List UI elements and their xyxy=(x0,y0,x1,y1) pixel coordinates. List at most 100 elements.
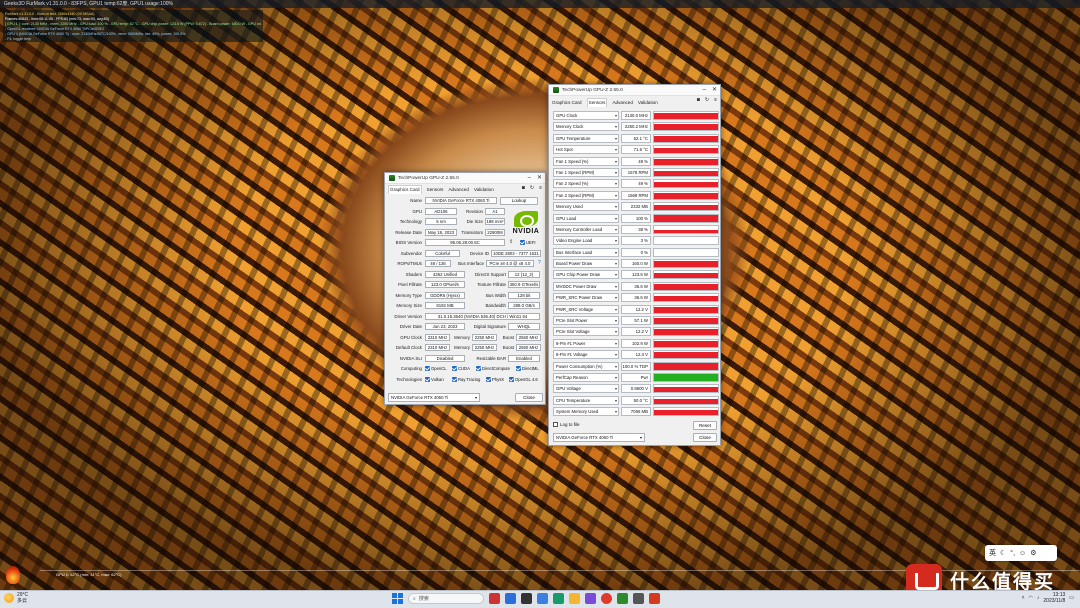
sensor-name[interactable]: GPU Clock xyxy=(553,111,619,120)
sensor-name[interactable]: System Memory Used xyxy=(553,407,619,417)
emoji-icon[interactable]: ☺ xyxy=(1019,550,1026,557)
sensor-name[interactable]: PerfCap Reason xyxy=(553,372,619,382)
sensor-name[interactable]: GPU Temperature xyxy=(553,133,619,143)
checkbox-icon[interactable] xyxy=(553,422,558,428)
app-icon[interactable] xyxy=(585,593,596,604)
sensor-graph-fill xyxy=(654,147,718,154)
weather-widget[interactable]: 29°C 多云 xyxy=(4,592,28,604)
sensor-name[interactable]: Fan 1 Speed (%) xyxy=(553,156,619,166)
row-subvendor: Subvendor Colorful Device ID 10DE 2803 -… xyxy=(388,249,543,258)
tab-graphics-card[interactable]: Graphics Card xyxy=(552,100,582,105)
sensor-name[interactable]: Hot Spot xyxy=(553,145,619,155)
sensor-name[interactable]: Bus Interface Load xyxy=(553,247,619,257)
tab-validation[interactable]: Validation xyxy=(638,100,658,105)
sensor-name[interactable]: PCIe Slot Voltage xyxy=(553,327,619,337)
sensor-name[interactable]: Fan 2 Speed (RPM) xyxy=(553,190,619,200)
notification-icon[interactable]: ▭ xyxy=(1069,595,1074,601)
window-footer: Log to file Reset NVIDIA GeForce RTX 406… xyxy=(553,419,719,445)
sensor-row: PerfCap ReasonPwr xyxy=(553,372,719,383)
sensor-name[interactable]: GPU Chip Power Draw xyxy=(553,270,619,280)
sensor-graph-fill xyxy=(654,215,718,222)
sensor-name[interactable]: 8-Pin #1 Voltage xyxy=(553,350,619,360)
sensor-name[interactable]: Memory Clock xyxy=(553,122,619,132)
gear-icon[interactable]: ⚙ xyxy=(1030,549,1036,557)
sensor-name[interactable]: GPU Load xyxy=(553,213,619,223)
sensor-name[interactable]: PWR_SRC Voltage xyxy=(553,304,619,314)
close-button[interactable]: Close xyxy=(515,393,543,402)
wifi-icon[interactable]: ◠ xyxy=(1029,595,1033,601)
minimize-icon[interactable]: – xyxy=(703,86,706,94)
task-view-icon[interactable] xyxy=(505,593,516,604)
system-tray: ˄ ◠ ♪ 13:13 2023/11/8 ▭ xyxy=(1022,592,1074,604)
window-titlebar[interactable]: TechPowerUp GPU-Z 2.55.0 – ✕ xyxy=(385,173,545,184)
sensor-name[interactable]: Board Power Draw xyxy=(553,259,619,269)
tab-advanced[interactable]: Advanced xyxy=(448,187,468,192)
gpuz-sensors-window[interactable]: TechPowerUp GPU-Z 2.55.0 – ✕ Graphics Car… xyxy=(548,84,721,446)
sensor-name[interactable]: Fan 2 Speed (%) xyxy=(553,179,619,189)
refresh-icon[interactable]: ↻ xyxy=(530,185,534,191)
store-icon[interactable] xyxy=(537,593,548,604)
sensor-name[interactable]: Fan 1 Speed (RPM) xyxy=(553,167,619,177)
tab-graphics-card[interactable]: Graphics Card xyxy=(388,184,422,194)
refresh-icon[interactable]: ↻ xyxy=(705,97,709,103)
start-icon[interactable] xyxy=(392,593,403,604)
sensor-name[interactable]: Power Consumption (%) xyxy=(553,361,619,371)
gpu-select-dropdown[interactable]: NVIDIA GeForce RTX 4060 Ti xyxy=(388,393,480,402)
tab-sensors[interactable]: Sensors xyxy=(427,187,444,192)
edge-icon[interactable] xyxy=(553,593,564,604)
ime-lang[interactable]: 英 xyxy=(989,548,996,558)
gpu-select-dropdown[interactable]: NVIDIA GeForce RTX 4060 Ti xyxy=(553,433,645,442)
sensor-name[interactable]: Video Engine Load xyxy=(553,236,619,246)
moon-icon[interactable]: ☾ xyxy=(1000,549,1006,557)
file-explorer-icon[interactable] xyxy=(569,593,580,604)
chevron-up-icon[interactable]: ˄ xyxy=(1022,595,1025,601)
window-titlebar[interactable]: TechPowerUp GPU-Z 2.55.0 – ✕ xyxy=(549,85,720,96)
checkbox-icon xyxy=(425,376,430,382)
close-button[interactable]: Close xyxy=(693,433,717,442)
close-icon[interactable]: ✕ xyxy=(537,174,542,182)
sensor-name[interactable]: MVDDC Power Draw xyxy=(553,281,619,291)
sensor-name[interactable]: PWR_SRC Power Draw xyxy=(553,293,619,303)
chrome-icon[interactable] xyxy=(601,593,612,604)
terminal-icon[interactable] xyxy=(521,593,532,604)
tab-validation[interactable]: Validation xyxy=(474,187,494,192)
sensor-name[interactable]: PCIe Slot Power xyxy=(553,316,619,326)
tab-advanced[interactable]: Advanced xyxy=(612,100,632,105)
close-icon[interactable]: ✕ xyxy=(712,86,717,94)
taskbar-search[interactable]: ⌕ 搜索 xyxy=(408,593,484,604)
sensor-name[interactable]: CPU Temperature xyxy=(553,395,619,405)
menu-icon[interactable]: ≡ xyxy=(714,97,717,103)
log-to-file-checkbox[interactable]: Log to file xyxy=(553,421,580,428)
sensor-graph xyxy=(653,122,719,132)
sensor-name[interactable]: GPU Voltage xyxy=(553,384,619,394)
app-icon[interactable] xyxy=(633,593,644,604)
memory-size-value: 8192 MB xyxy=(425,302,465,309)
gpuz-taskbar-icon[interactable] xyxy=(617,593,628,604)
label: Transistors xyxy=(461,229,483,235)
sensor-name[interactable]: Memory Used xyxy=(553,202,619,212)
volume-icon[interactable]: ♪ xyxy=(1037,595,1040,601)
furmark-taskbar-icon[interactable] xyxy=(649,593,660,604)
sensor-value: 102.9 W xyxy=(621,338,651,348)
punctuation-icon[interactable]: °, xyxy=(1010,550,1015,557)
camera-icon[interactable]: ◙ xyxy=(522,185,525,191)
gpuz-graphics-card-window[interactable]: TechPowerUp GPU-Z 2.55.0 – ✕ Graphics Car… xyxy=(384,172,546,405)
label: Subvendor xyxy=(400,250,422,256)
app-icon[interactable] xyxy=(489,593,500,604)
sensor-name[interactable]: 8-Pin #1 Power xyxy=(553,338,619,348)
tab-sensors[interactable]: Sensors xyxy=(586,97,608,107)
label: Driver Version xyxy=(394,313,422,319)
ime-toolbar[interactable]: 英 ☾ °, ☺ ⚙ xyxy=(985,545,1057,561)
label: Technology xyxy=(399,219,422,224)
default-clock-value: 2310 MHz xyxy=(425,344,450,351)
default-boost-value: 2560 MHz xyxy=(516,344,541,351)
lookup-button[interactable]: Lookup xyxy=(500,197,538,205)
minimize-icon[interactable]: – xyxy=(528,174,531,182)
share-icon[interactable]: ⇪ xyxy=(509,239,513,245)
help-icon[interactable]: ? xyxy=(538,259,541,268)
sensor-name[interactable]: Memory Controller Load xyxy=(553,224,619,234)
clock[interactable]: 13:13 2023/11/8 xyxy=(1043,592,1065,604)
menu-icon[interactable]: ≡ xyxy=(539,185,542,191)
camera-icon[interactable]: ◙ xyxy=(697,97,700,103)
reset-button[interactable]: Reset xyxy=(693,421,717,430)
